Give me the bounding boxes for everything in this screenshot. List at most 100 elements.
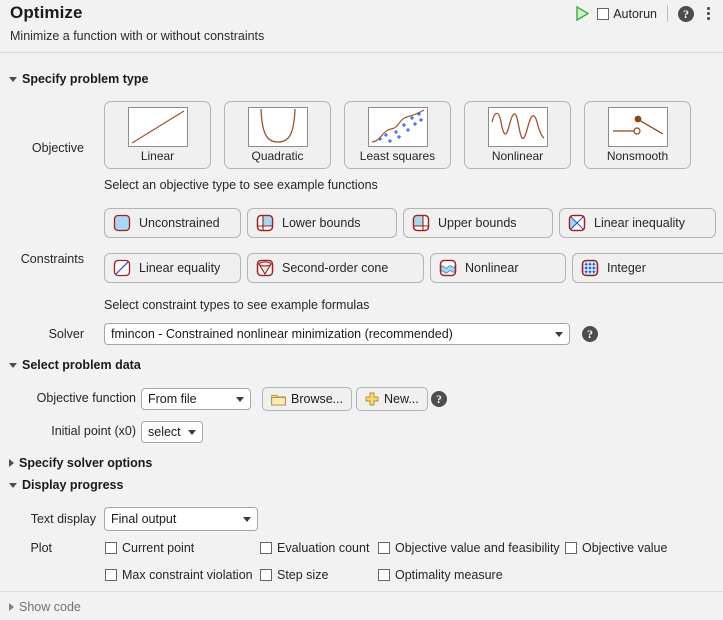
solver-dropdown[interactable]: fmincon - Constrained nonlinear minimiza…	[104, 323, 570, 345]
folder-icon	[271, 393, 286, 406]
nonsmooth-plot-icon	[608, 107, 668, 147]
objective-card-linear[interactable]: Linear	[104, 101, 211, 169]
checkbox-label: Max constraint violation	[122, 568, 253, 582]
checkbox-label: Current point	[122, 541, 194, 555]
plot-checkbox-objective-value-and-feasibility[interactable]: Objective value and feasibility	[378, 541, 560, 555]
section-label-problem-data: Select problem data	[22, 358, 141, 372]
chevron-down-icon[interactable]	[9, 483, 17, 488]
chevron-down-icon[interactable]	[9, 363, 17, 368]
constraint-linear-inequality[interactable]: Linear inequality	[559, 208, 716, 238]
objective-card-label: Linear	[141, 149, 174, 163]
plot-checkbox-step-size[interactable]: Step size	[260, 568, 328, 582]
plot-label: Plot	[0, 541, 52, 555]
constraint-unconstrained[interactable]: Unconstrained	[104, 208, 241, 238]
linear-equality-icon	[112, 258, 132, 278]
checkbox-box[interactable]	[260, 542, 272, 554]
section-label-solver-options: Specify solver options	[19, 456, 152, 470]
header-toolbar: Autorun ?	[574, 5, 715, 22]
play-triangle-icon[interactable]	[574, 5, 590, 22]
constraint-upper-bounds[interactable]: Upper bounds	[403, 208, 553, 238]
plot-checkbox-evaluation-count[interactable]: Evaluation count	[260, 541, 369, 555]
objective-function-dropdown[interactable]: From file	[141, 388, 251, 410]
initial-point-dropdown[interactable]: select	[141, 421, 203, 443]
chevron-down-icon[interactable]	[188, 430, 196, 435]
objective-card-nonsmooth[interactable]: Nonsmooth	[584, 101, 691, 169]
section-label-problem-type: Specify problem type	[22, 72, 148, 86]
constraint-label: Integer	[607, 261, 646, 275]
chevron-right-icon[interactable]	[9, 603, 14, 611]
autorun-label: Autorun	[613, 7, 657, 21]
chevron-down-icon[interactable]	[9, 77, 17, 82]
constraints-row-2: Linear equality Second-order cone	[104, 253, 723, 283]
chevron-down-icon[interactable]	[243, 517, 251, 522]
upper-bounds-icon	[411, 213, 431, 233]
solver-dropdown-value: fmincon - Constrained nonlinear minimiza…	[111, 327, 549, 341]
text-display-dropdown[interactable]: Final output	[104, 507, 258, 531]
lower-bounds-icon	[255, 213, 275, 233]
constraint-label: Linear inequality	[594, 216, 685, 230]
help-icon[interactable]: ?	[678, 6, 694, 22]
browse-button[interactable]: Browse...	[262, 387, 352, 411]
browse-button-label: Browse...	[291, 392, 343, 406]
objective-card-label: Least squares	[360, 149, 435, 163]
section-display-progress[interactable]: Display progress	[0, 478, 123, 492]
objective-card-least-squares[interactable]: Least squares	[344, 101, 451, 169]
constraint-nonlinear[interactable]: Nonlinear	[430, 253, 566, 283]
footer-bar: Show code	[0, 591, 723, 620]
integer-icon	[580, 258, 600, 278]
checkbox-box[interactable]	[105, 569, 117, 581]
objective-function-label: Objective function	[0, 391, 136, 405]
show-code-label: Show code	[19, 600, 81, 614]
checkbox-box[interactable]	[260, 569, 272, 581]
constraint-label: Linear equality	[139, 261, 220, 275]
optimize-task-panel: Optimize Minimize a function with or wit…	[0, 0, 723, 620]
autorun-checkbox-box[interactable]	[597, 8, 609, 20]
constraint-linear-equality[interactable]: Linear equality	[104, 253, 241, 283]
new-button[interactable]: New...	[356, 387, 428, 411]
initial-point-label: Initial point (x0)	[0, 424, 136, 438]
constraint-second-order-cone[interactable]: Second-order cone	[247, 253, 424, 283]
chevron-right-icon[interactable]	[9, 459, 14, 467]
objective-card-label: Nonlinear	[492, 149, 543, 163]
chevron-down-icon[interactable]	[236, 397, 244, 402]
constraint-integer[interactable]: Integer	[572, 253, 723, 283]
task-header: Optimize Minimize a function with or wit…	[0, 0, 723, 52]
plot-checkbox-current-point[interactable]: Current point	[105, 541, 194, 555]
nonlinear-plot-icon	[488, 107, 548, 147]
checkbox-box[interactable]	[378, 542, 390, 554]
objective-card-nonlinear[interactable]: Nonlinear	[464, 101, 571, 169]
plot-checkbox-max-constraint-violation[interactable]: Max constraint violation	[105, 568, 253, 582]
section-select-problem-data[interactable]: Select problem data	[0, 358, 141, 372]
constraint-lower-bounds[interactable]: Lower bounds	[247, 208, 397, 238]
constraints-row-1: Unconstrained Lower bounds	[104, 208, 716, 238]
linear-inequality-icon	[567, 213, 587, 233]
objective-card-label: Quadratic	[251, 149, 303, 163]
problem-data-help-icon[interactable]: ?	[431, 391, 447, 407]
section-specify-solver-options[interactable]: Specify solver options	[0, 456, 152, 470]
show-code-toggle[interactable]: Show code	[9, 600, 81, 614]
objective-row-label: Objective	[0, 141, 84, 155]
constraints-row-label: Constraints	[0, 252, 84, 266]
constraint-label: Second-order cone	[282, 261, 388, 275]
plot-checkbox-objective-value[interactable]: Objective value	[565, 541, 667, 555]
quadratic-plot-icon	[248, 107, 308, 147]
plus-icon	[365, 392, 379, 406]
solver-help-icon[interactable]: ?	[582, 326, 598, 342]
autorun-checkbox[interactable]: Autorun	[597, 7, 657, 21]
checkbox-box[interactable]	[565, 542, 577, 554]
checkbox-box[interactable]	[105, 542, 117, 554]
objective-card-list: Linear Quadratic	[104, 101, 691, 169]
plot-checkbox-optimality-measure[interactable]: Optimality measure	[378, 568, 503, 582]
objective-card-quadratic[interactable]: Quadratic	[224, 101, 331, 169]
kebab-menu-icon[interactable]	[701, 5, 715, 22]
checkbox-label: Optimality measure	[395, 568, 503, 582]
page-subtitle: Minimize a function with or without cons…	[10, 29, 264, 43]
initial-point-value: select	[148, 425, 182, 439]
objective-function-value: From file	[148, 392, 230, 406]
checkbox-box[interactable]	[378, 569, 390, 581]
chevron-down-icon[interactable]	[555, 332, 563, 337]
text-display-label: Text display	[0, 512, 96, 526]
second-order-cone-icon	[255, 258, 275, 278]
objective-hint: Select an objective type to see example …	[104, 178, 378, 192]
section-specify-problem-type[interactable]: Specify problem type	[0, 72, 148, 86]
